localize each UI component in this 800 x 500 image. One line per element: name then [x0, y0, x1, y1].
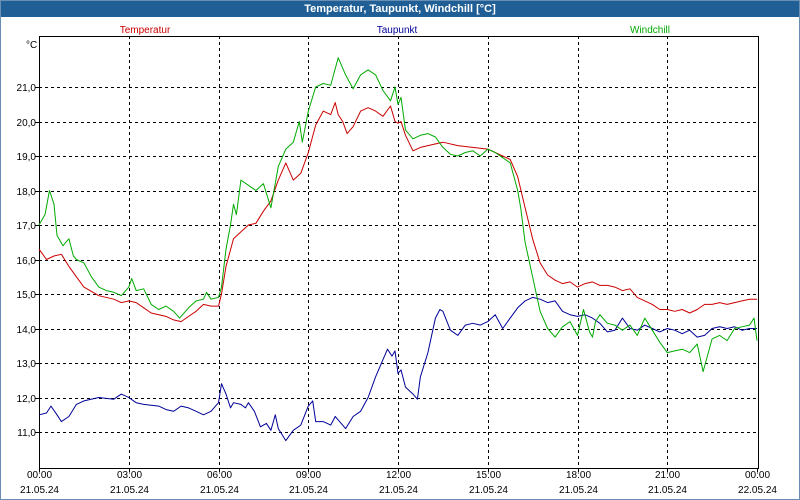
x-tick-date-label: 22.05.24 — [738, 485, 777, 496]
x-tick-time-label: 21:00 — [655, 470, 680, 481]
x-tick-date-label: 21.05.24 — [20, 485, 59, 496]
y-tick-label: 17,0 — [17, 221, 37, 232]
x-tick-time-label: 12:00 — [386, 470, 411, 481]
y-tick-label: 20,0 — [17, 118, 37, 129]
x-tick-time-label: 06:00 — [207, 470, 232, 481]
legend-item-temperatur: Temperatur — [120, 25, 171, 36]
y-tick-label: 21,0 — [17, 83, 37, 94]
y-tick-label: 13,0 — [17, 359, 37, 370]
x-tick-time-label: 00:00 — [27, 470, 52, 481]
x-tick-date-label: 21.05.24 — [469, 485, 508, 496]
x-tick-time-label: 03:00 — [117, 470, 142, 481]
y-tick-label: 18,0 — [17, 187, 37, 198]
chart-svg: 11,0 12,0 13,0 14,0 15,0 16,0 17,0 18,0 19,0 20,0… — [17, 25, 778, 496]
x-tick-date-label: 21.05.24 — [289, 485, 328, 496]
y-tick-label: 11,0 — [17, 428, 36, 439]
y-tick-label: 16,0 — [17, 256, 37, 267]
x-tick-date-label: 21.05.24 — [379, 485, 418, 496]
x-tick-date-label: 21.05.24 — [200, 485, 239, 496]
y-tick-label: 14,0 — [17, 325, 37, 336]
x-tick-time-label: 09:00 — [296, 470, 321, 481]
y-axis-ticks: 11,0 12,0 13,0 14,0 15,0 16,0 17,0 18,0 19,0 20,0… — [17, 83, 39, 439]
x-tick-date-label: 21.05.24 — [110, 485, 149, 496]
x-tick-date-label: 21.05.24 — [648, 485, 687, 496]
legend-item-taupunkt: Taupunkt — [377, 25, 418, 36]
x-tick-time-label: 00:00 — [745, 470, 770, 481]
x-tick-time-label: 15:00 — [476, 470, 501, 481]
y-axis-unit-label: °C — [26, 40, 37, 51]
y-tick-label: 12,0 — [17, 394, 37, 405]
grid-lines — [39, 36, 758, 468]
y-tick-label: 15,0 — [17, 290, 37, 301]
x-tick-date-label: 21.05.24 — [559, 485, 598, 496]
x-tick-time-label: 18:00 — [566, 470, 591, 481]
legend-item-windchill: Windchill — [630, 25, 670, 36]
legend: Temperatur Taupunkt Windchill — [120, 25, 670, 36]
y-tick-label: 19,0 — [17, 152, 37, 163]
x-axis-ticks: 00:00 21.05.24 03:00 21.05.24 06:00 21.05.24 0… — [20, 468, 777, 496]
